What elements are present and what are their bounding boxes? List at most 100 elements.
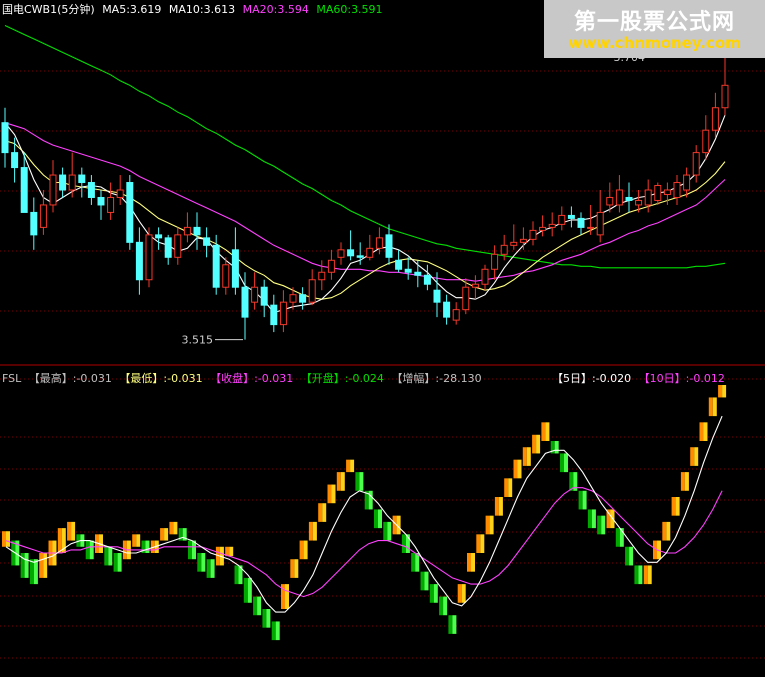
fsl-10d-line (5, 487, 723, 598)
fsl-bar (526, 447, 531, 466)
fsl-bar (2, 531, 6, 547)
candle-body (279, 301, 287, 326)
fsl-bar (104, 546, 109, 566)
candle-body (702, 129, 710, 154)
fsl-bar (498, 497, 503, 516)
candle-body (126, 182, 134, 243)
fsl-bar (340, 472, 345, 491)
fsl-bar (578, 490, 583, 510)
fsl-bar (359, 472, 364, 491)
fsl-bar (383, 521, 388, 541)
candle-body (174, 234, 182, 258)
candle-body (183, 226, 191, 236)
fsl-bar (601, 515, 606, 535)
fsl-bar (629, 546, 634, 566)
fsl-bar (420, 571, 425, 591)
fsl-high: 【最高】:-0.031 (28, 372, 112, 385)
fsl-bar (452, 615, 457, 634)
fsl-low: 【最低】:-0.031 (119, 372, 203, 385)
fsl-bar (368, 490, 373, 510)
candle-body (145, 234, 153, 281)
fsl-bar (634, 565, 639, 585)
candle-body (443, 301, 451, 318)
candle-body (529, 229, 537, 240)
candle-body (366, 247, 374, 258)
candle-body (596, 211, 604, 236)
candle-body (385, 234, 393, 258)
fsl-bar (234, 565, 239, 585)
candle-body (548, 223, 556, 228)
ma20-label: MA20:3.594 (242, 3, 309, 16)
candle-body (567, 214, 575, 219)
candle-body (500, 244, 508, 255)
fsl-bar (532, 434, 537, 454)
candle-body (251, 286, 259, 303)
fsl-bar (117, 553, 122, 572)
candle-body (241, 286, 249, 318)
fsl-10d: 【10日】:-0.012 (638, 372, 725, 385)
fsl-bar (132, 534, 137, 547)
fsl-bar (471, 553, 475, 572)
candle-body (231, 249, 239, 288)
candle-body (721, 84, 729, 109)
fsl-bar (517, 459, 522, 479)
candle-body (683, 174, 691, 191)
candle-body (87, 182, 95, 198)
ma60-label: MA60:3.591 (316, 3, 383, 16)
fsl-bar (71, 521, 76, 541)
candle-body (270, 304, 278, 326)
fsl-bar (443, 596, 448, 616)
candle-body (337, 249, 345, 258)
candle-body (462, 286, 470, 311)
chart-canvas: 3.7043.515 (0, 25, 765, 659)
fsl-bar (160, 528, 165, 541)
fsl-bar (541, 422, 546, 441)
fsl-bar (675, 497, 680, 516)
fsl-bar (43, 553, 48, 578)
fsl-bar (85, 540, 90, 560)
fsl-bar (374, 509, 378, 529)
watermark-title: 第一股票公式网 (573, 10, 735, 35)
fsl-bar (666, 521, 671, 541)
fsl-bar (424, 571, 429, 591)
fsl-bar (643, 565, 648, 585)
candle-body (510, 241, 518, 246)
fsl-bar (6, 531, 10, 547)
fsl-bar (257, 596, 262, 616)
fsl-bar (448, 615, 453, 634)
candle-body (59, 174, 67, 191)
candle-body (481, 268, 489, 285)
fsl-bar (378, 509, 382, 529)
candle-body (318, 271, 326, 281)
fsl-bar (712, 397, 717, 417)
candle-body (164, 237, 172, 258)
candle-body (116, 189, 124, 198)
fsl-bar (722, 385, 727, 398)
fsl-bar (197, 553, 202, 572)
candle-body (423, 274, 431, 285)
fsl-bar (229, 546, 234, 557)
fsl-bar (489, 515, 494, 535)
ma10-label: MA10:3.613 (168, 3, 236, 16)
fsl-name: FSL (2, 372, 22, 385)
candle-body (327, 259, 335, 273)
candle-body (308, 279, 316, 303)
fsl-bar (322, 503, 327, 522)
fsl-bar (266, 609, 271, 628)
candle-body (471, 283, 479, 288)
candle-body (404, 268, 412, 273)
fsl-bar (318, 503, 323, 522)
fsl-bar (671, 497, 676, 516)
candle-body (654, 185, 662, 201)
candle-body (491, 253, 499, 270)
fsl-bar (638, 565, 643, 585)
price-annotation: 3.515 (182, 334, 214, 347)
candle-body (692, 152, 700, 176)
candle-body (212, 244, 220, 288)
candle-body (30, 211, 38, 236)
fsl-bar (545, 422, 550, 441)
fsl-bar (210, 559, 215, 578)
fsl-bar (67, 521, 72, 541)
fsl-bar (522, 447, 527, 466)
fsl-bar (625, 546, 630, 566)
